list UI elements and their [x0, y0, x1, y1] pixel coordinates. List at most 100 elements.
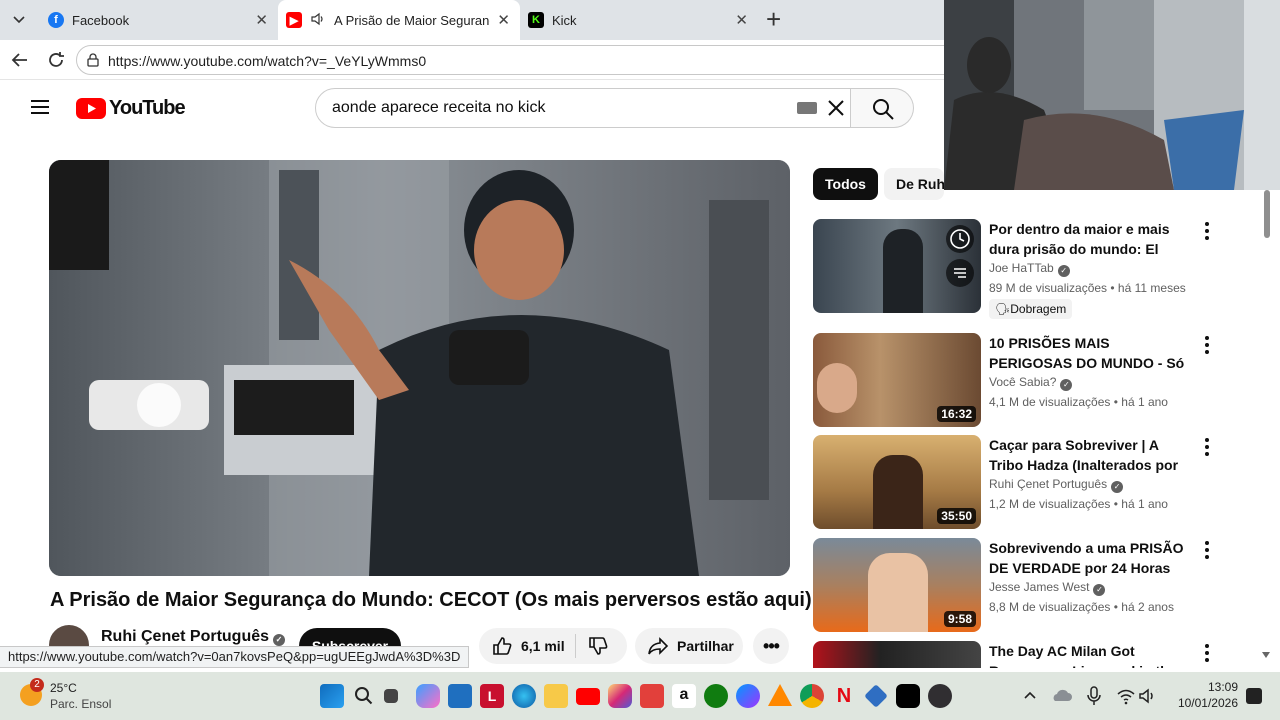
video-title: A Prisão de Maior Segurança do Mundo: CE… — [50, 589, 812, 611]
gift-icon[interactable] — [640, 684, 664, 708]
verified-icon: ✓ — [1057, 265, 1070, 277]
recommendation-channel-text: Jesse James West — [989, 580, 1090, 594]
verified-icon: ✓ — [273, 634, 286, 646]
recommendation-title[interactable]: Sobrevivendo a uma PRISÃO DE VERDADE por… — [989, 538, 1194, 578]
more-actions-button[interactable]: ••• — [753, 628, 789, 664]
notifications-icon[interactable] — [1246, 688, 1262, 704]
recommendation-channel[interactable]: Jesse James West ✓ — [989, 580, 1106, 596]
copilot-icon[interactable] — [416, 684, 440, 708]
store-icon[interactable] — [448, 684, 472, 708]
tiktok-icon[interactable] — [896, 684, 920, 708]
tab-label: A Prisão de Maior Segurança — [334, 12, 490, 28]
video-thumbnail[interactable]: 16:32 — [813, 333, 981, 427]
vlc-icon[interactable] — [768, 684, 792, 706]
tab-facebook[interactable]: f Facebook ✕ — [40, 0, 278, 40]
wifi-icon[interactable] — [1114, 684, 1138, 708]
video-thumbnail[interactable]: 9:58 — [813, 538, 981, 632]
chrome-icon[interactable] — [800, 684, 824, 708]
more-options-icon[interactable] — [1201, 643, 1213, 663]
back-icon[interactable] — [8, 48, 32, 77]
new-tab-button[interactable]: + — [766, 4, 781, 35]
youtube-logo[interactable]: YouTube — [76, 97, 186, 120]
more-options-icon[interactable] — [1201, 221, 1213, 241]
start-icon[interactable] — [320, 684, 344, 708]
tab-kick[interactable]: K Kick ✕ — [520, 0, 758, 40]
page-scrollbar[interactable] — [1262, 190, 1270, 660]
weather-widget[interactable]: 2 25°C Parc. Ensol — [18, 678, 138, 716]
thumbnail-figure — [873, 455, 923, 529]
recommendation-item[interactable]: The Day AC Milan Got Revenge on Liverpoo… — [813, 641, 1253, 668]
menu-icon[interactable] — [30, 99, 50, 115]
tab-close-icon[interactable]: ✕ — [735, 11, 748, 29]
speaker-icon: 🗣 — [995, 302, 1011, 316]
youtube-icon[interactable] — [576, 688, 600, 705]
recommendation-channel[interactable]: Você Sabia? ✓ — [989, 375, 1073, 391]
tab-close-icon[interactable]: ✕ — [255, 11, 268, 29]
watch-later-icon[interactable] — [946, 225, 974, 253]
recommendation-title[interactable]: The Day AC Milan Got Revenge on Liverpoo… — [989, 641, 1194, 668]
recommendation-channel[interactable]: Joe HaTTab ✓ — [989, 261, 1070, 277]
recommendation-item[interactable]: 35:50 Caçar para Sobreviver | A Tribo Ha… — [813, 435, 1253, 529]
like-button[interactable]: 6,1 mil — [479, 628, 565, 664]
task-view-icon[interactable] — [384, 689, 398, 703]
obs-icon[interactable] — [928, 684, 952, 708]
search-icon[interactable] — [352, 684, 376, 708]
keyboard-icon[interactable] — [797, 102, 817, 114]
channel-name[interactable]: Ruhi Çenet Português ✓ — [101, 628, 286, 646]
show-hidden-icons-chevron-icon[interactable] — [1018, 684, 1042, 708]
netflix-icon[interactable]: N — [832, 684, 856, 708]
dub-badge: 🗣Dobragem — [989, 299, 1073, 319]
app-l-icon[interactable]: L — [480, 684, 504, 708]
xbox-icon[interactable] — [704, 684, 728, 708]
share-label: Partilhar — [677, 638, 734, 654]
chip-all[interactable]: Todos — [813, 168, 878, 200]
microphone-icon[interactable] — [1082, 684, 1106, 708]
more-options-icon[interactable] — [1201, 540, 1213, 560]
youtube-logo-text: YouTube — [109, 97, 186, 119]
onedrive-icon[interactable] — [1050, 684, 1074, 708]
reload-icon[interactable] — [44, 48, 68, 77]
amazon-icon[interactable]: a — [672, 684, 696, 708]
thumbnail-figure — [883, 229, 923, 313]
audio-playing-icon[interactable] — [310, 11, 326, 30]
site-info-icon[interactable] — [85, 52, 101, 73]
video-player[interactable] — [49, 160, 790, 576]
volume-icon[interactable] — [1136, 684, 1160, 708]
clock[interactable]: 13:09 10/01/2026 — [1170, 679, 1238, 711]
recommendation-title[interactable]: Por dentro da maior e mais dura prisão d… — [989, 219, 1194, 259]
share-button[interactable]: Partilhar — [635, 628, 743, 664]
recommendation-item[interactable]: Por dentro da maior e mais dura prisão d… — [813, 219, 1253, 319]
recommendation-item[interactable]: 16:32 10 PRISÕES MAIS PERIGOSAS DO MUNDO… — [813, 333, 1253, 427]
more-options-icon[interactable] — [1201, 335, 1213, 355]
video-thumbnail[interactable] — [813, 641, 981, 668]
video-thumbnail[interactable]: 35:50 — [813, 435, 981, 529]
recommendation-item[interactable]: 9:58 Sobrevivendo a uma PRISÃO DE VERDAD… — [813, 538, 1253, 632]
tab-list-chevron-icon[interactable] — [8, 10, 30, 30]
file-explorer-icon[interactable] — [544, 684, 568, 708]
scroll-down-arrow-icon[interactable] — [1262, 652, 1270, 658]
app-layers-icon[interactable] — [864, 684, 888, 708]
thumbnail-figure — [868, 553, 928, 632]
search-button[interactable] — [851, 88, 914, 128]
edge-icon[interactable] — [512, 684, 536, 708]
tab-label: Kick — [552, 12, 577, 28]
chip-from-channel[interactable]: De Ruhi — [884, 168, 944, 200]
clear-search-icon[interactable] — [826, 97, 846, 124]
search-input[interactable]: aonde aparece receita no kick — [315, 88, 851, 128]
instagram-icon[interactable] — [608, 684, 632, 708]
recommendation-channel-text: Joe HaTTab — [989, 261, 1054, 275]
video-thumbnail[interactable] — [813, 219, 981, 313]
tab-close-icon[interactable]: ✕ — [497, 11, 510, 29]
address-bar[interactable]: https://www.youtube.com/watch?v=_VeYLyWm… — [76, 45, 976, 75]
tab-youtube-video[interactable]: ▶ A Prisão de Maior Segurança ✕ — [278, 0, 520, 40]
messenger-icon[interactable] — [736, 684, 760, 708]
weather-desc: Parc. Ensol — [50, 697, 112, 711]
recommendation-channel[interactable]: Ruhi Çenet Português ✓ — [989, 477, 1124, 493]
recommendation-title[interactable]: Caçar para Sobreviver | A Tribo Hadza (I… — [989, 435, 1194, 475]
scrollbar-thumb[interactable] — [1264, 190, 1270, 238]
recommendation-title[interactable]: 10 PRISÕES MAIS PERIGOSAS DO MUNDO - Só … — [989, 333, 1194, 373]
more-options-icon[interactable] — [1201, 437, 1213, 457]
add-to-queue-icon[interactable] — [946, 259, 974, 287]
recommendation-meta: 8,8 M de visualizações • há 2 anos — [989, 600, 1174, 614]
dislike-button[interactable] — [587, 635, 609, 660]
